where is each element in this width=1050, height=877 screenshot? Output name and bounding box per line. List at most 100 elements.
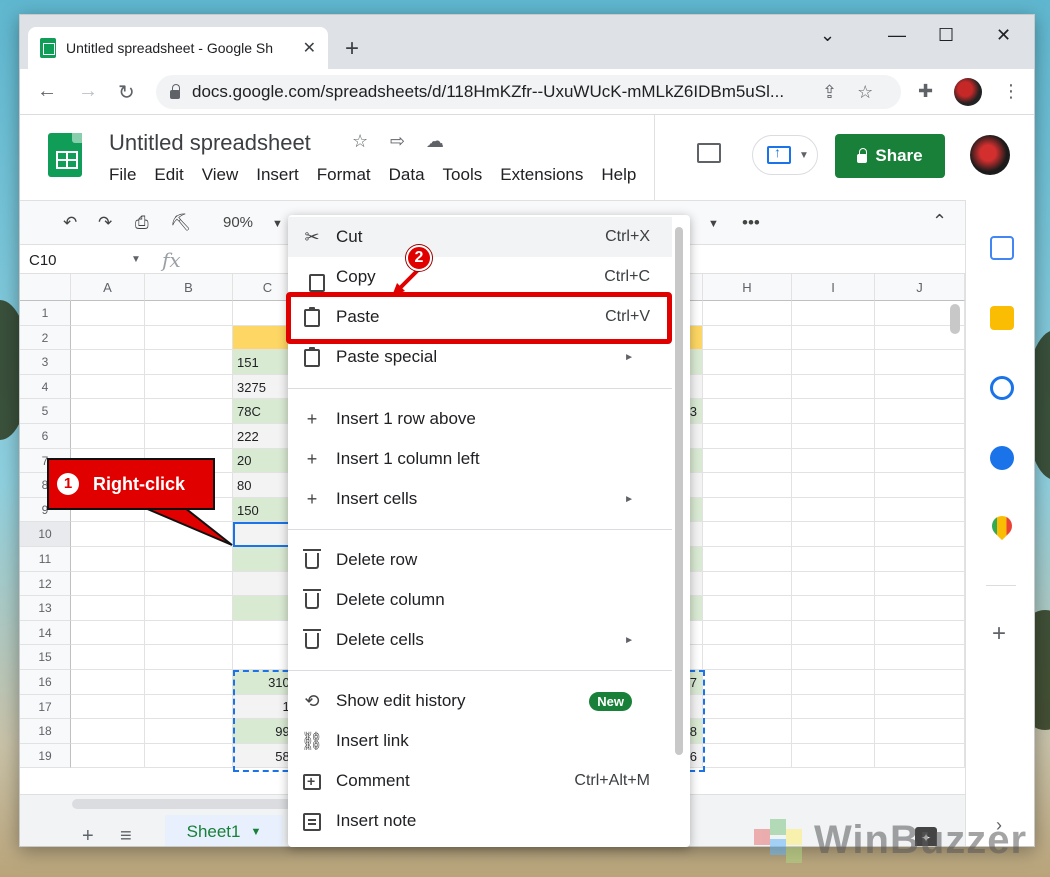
horizontal-scrollbar[interactable] — [72, 799, 292, 809]
menu-help[interactable]: Help — [601, 165, 636, 185]
grid-cell[interactable] — [703, 694, 792, 720]
grid-cell[interactable] — [792, 522, 875, 547]
grid-cell[interactable] — [792, 670, 875, 695]
grid-cell[interactable] — [145, 694, 233, 720]
undo-icon[interactable]: ↶ — [63, 213, 77, 233]
zoom-select[interactable]: 90% — [223, 214, 253, 231]
name-box[interactable]: C10 — [29, 252, 57, 269]
grid-cell[interactable] — [792, 620, 875, 646]
grid-cell[interactable] — [703, 571, 792, 597]
share-page-icon[interactable]: ⇪ — [822, 82, 837, 103]
tab-close-icon[interactable]: ✕ — [303, 38, 316, 58]
paint-format-icon[interactable]: ⛏ — [170, 213, 192, 233]
menu-item-cut[interactable]: ✂ Cut Ctrl+X — [288, 217, 672, 257]
menu-format[interactable]: Format — [317, 165, 371, 185]
grid-cell[interactable] — [703, 645, 792, 670]
row-header-3[interactable]: 3 — [20, 350, 71, 375]
grid-cell[interactable] — [792, 596, 875, 621]
row-header-10[interactable]: 10 — [20, 522, 71, 547]
keep-icon[interactable] — [990, 306, 1014, 330]
grid-cell[interactable] — [71, 620, 145, 646]
menu-item-insert-note[interactable]: Insert note — [288, 801, 672, 841]
get-addons-icon[interactable]: + — [992, 620, 1006, 648]
grid-cell[interactable] — [145, 424, 233, 449]
maps-icon[interactable] — [987, 511, 1017, 541]
grid-cell[interactable] — [792, 301, 875, 326]
grid-cell[interactable] — [875, 374, 965, 400]
redo-icon[interactable]: ↷ — [98, 213, 112, 233]
grid-cell[interactable] — [71, 325, 145, 351]
grid-cell[interactable] — [71, 719, 145, 744]
grid-cell[interactable] — [703, 497, 792, 523]
star-icon[interactable]: ☆ — [352, 131, 368, 152]
select-all-corner[interactable] — [20, 274, 71, 301]
grid-cell[interactable] — [703, 743, 792, 769]
grid-cell[interactable] — [703, 301, 792, 326]
all-sheets-icon[interactable]: ≡ — [120, 825, 132, 846]
column-header-j[interactable]: J — [875, 274, 965, 301]
grid-cell[interactable] — [145, 645, 233, 670]
menu-view[interactable]: View — [202, 165, 239, 185]
grid-cell[interactable] — [875, 350, 965, 375]
grid-cell[interactable] — [703, 399, 792, 424]
menu-item-delete-column[interactable]: Delete column — [288, 580, 672, 620]
grid-cell[interactable] — [875, 719, 965, 744]
row-header-12[interactable]: 12 — [20, 571, 71, 597]
grid-cell[interactable] — [703, 350, 792, 375]
sheet-tab-dropdown-icon[interactable]: ▼ — [251, 826, 262, 838]
maximize-button[interactable]: ☐ — [938, 25, 954, 46]
grid-cell[interactable] — [792, 743, 875, 769]
grid-cell[interactable] — [875, 522, 965, 547]
menu-file[interactable]: File — [109, 165, 136, 185]
menu-item-show-edit-history[interactable]: ⟲ Show edit history New — [288, 681, 672, 721]
grid-cell[interactable] — [71, 670, 145, 695]
minimize-button[interactable]: — — [888, 25, 906, 46]
browser-tab[interactable]: Untitled spreadsheet - Google Sh ✕ — [28, 27, 328, 69]
grid-cell[interactable] — [792, 571, 875, 597]
grid-cell[interactable] — [703, 547, 792, 572]
grid-cell[interactable] — [792, 374, 875, 400]
grid-cell[interactable] — [145, 719, 233, 744]
grid-cell[interactable] — [703, 620, 792, 646]
grid-cell[interactable] — [71, 571, 145, 597]
name-box-dropdown-icon[interactable]: ▼ — [131, 254, 141, 265]
tab-sheet1[interactable]: Sheet1 ▼ — [165, 815, 283, 846]
menu-insert[interactable]: Insert — [256, 165, 299, 185]
back-arrow-icon[interactable]: ← — [37, 80, 57, 103]
menu-item-insert-1-row-above[interactable]: + Insert 1 row above — [288, 399, 672, 439]
grid-cell[interactable] — [703, 374, 792, 400]
grid-cell[interactable] — [875, 645, 965, 670]
row-header-1[interactable]: 1 — [20, 301, 71, 326]
grid-cell[interactable] — [703, 670, 792, 695]
grid-cell[interactable] — [875, 596, 965, 621]
grid-cell[interactable] — [792, 424, 875, 449]
grid-cell[interactable] — [703, 448, 792, 474]
tab-search-chevron-icon[interactable]: ⌄ — [820, 25, 835, 46]
zoom-dropdown-icon[interactable]: ▼ — [272, 218, 283, 230]
grid-cell[interactable] — [703, 424, 792, 449]
row-header-4[interactable]: 4 — [20, 374, 71, 400]
grid-cell[interactable] — [71, 694, 145, 720]
vertical-scrollbar[interactable] — [950, 304, 960, 334]
row-header-16[interactable]: 16 — [20, 670, 71, 695]
menu-tools[interactable]: Tools — [443, 165, 483, 185]
row-header-17[interactable]: 17 — [20, 694, 71, 720]
address-bar[interactable]: docs.google.com/spreadsheets/d/118HmKZfr… — [156, 75, 901, 109]
grid-cell[interactable] — [792, 497, 875, 523]
grid-cell[interactable] — [145, 522, 233, 547]
bookmark-star-icon[interactable]: ☆ — [857, 82, 873, 103]
profile-avatar[interactable] — [954, 78, 982, 106]
grid-cell[interactable] — [145, 743, 233, 769]
grid-cell[interactable] — [71, 424, 145, 449]
collapse-toolbar-icon[interactable]: ⌃ — [932, 211, 947, 232]
grid-cell[interactable] — [145, 325, 233, 351]
grid-cell[interactable] — [145, 670, 233, 695]
browser-menu-icon[interactable]: ⋮ — [1002, 81, 1020, 102]
account-avatar[interactable] — [970, 135, 1010, 175]
row-header-14[interactable]: 14 — [20, 620, 71, 646]
menu-item-insert-link[interactable]: ⛓ Insert link — [288, 721, 672, 761]
grid-cell[interactable] — [145, 301, 233, 326]
row-header-13[interactable]: 13 — [20, 596, 71, 621]
grid-cell[interactable] — [875, 497, 965, 523]
comment-history-icon[interactable] — [697, 143, 721, 163]
